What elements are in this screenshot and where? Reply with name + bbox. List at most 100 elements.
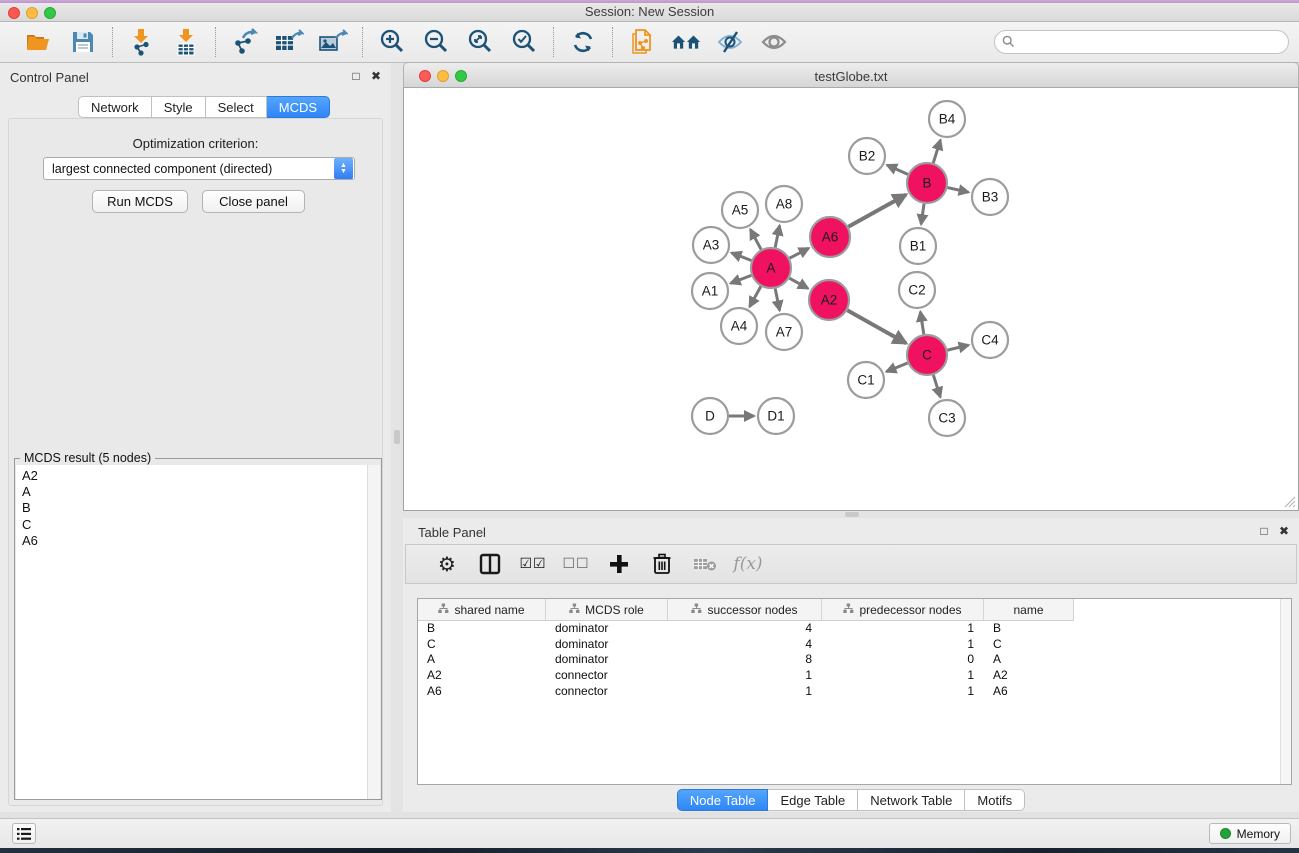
zoom-fit-icon[interactable] — [465, 27, 495, 57]
table-cell[interactable]: connector — [546, 684, 668, 700]
tab-motifs[interactable]: Motifs — [965, 789, 1025, 811]
refresh-icon[interactable] — [568, 27, 598, 57]
table-cell[interactable]: A6 — [418, 684, 546, 700]
run-mcds-button[interactable]: Run MCDS — [92, 190, 188, 213]
tab-network[interactable]: Network — [78, 96, 152, 118]
table-cell[interactable]: dominator — [546, 652, 668, 668]
select-all-checks-icon[interactable]: ☑☑ — [520, 551, 546, 577]
close-panel-button[interactable]: Close panel — [202, 190, 305, 213]
graph-edge-A-A5[interactable] — [750, 229, 761, 249]
graph-edge-B-B3[interactable] — [947, 188, 968, 193]
table-cell[interactable]: 4 — [668, 637, 822, 653]
table-cell[interactable]: dominator — [546, 621, 668, 637]
zoom-in-icon[interactable] — [377, 27, 407, 57]
table-cell[interactable]: 1 — [822, 621, 984, 637]
network-document-icon[interactable] — [627, 27, 657, 57]
vertical-splitter-grip[interactable] — [394, 430, 400, 444]
delete-column-icon[interactable] — [649, 551, 675, 577]
mcds-result-item[interactable]: C — [22, 517, 368, 533]
graph-edge-A-A3[interactable] — [732, 253, 752, 261]
tab-network-table[interactable]: Network Table — [858, 789, 965, 811]
mcds-result-item[interactable]: B — [22, 500, 368, 516]
table-cell[interactable]: 4 — [668, 621, 822, 637]
network-canvas[interactable]: B4B2BB3A8A5A6B1A3AC2A1A2A4A7C4CC1C3DD1 — [403, 88, 1299, 511]
table-cell[interactable]: 8 — [668, 652, 822, 668]
import-table-icon[interactable] — [171, 27, 201, 57]
import-network-icon[interactable] — [127, 27, 157, 57]
column-header-name[interactable]: name — [984, 599, 1074, 621]
column-header-predecessor-nodes[interactable]: predecessor nodes — [822, 599, 984, 621]
table-cell[interactable]: connector — [546, 668, 668, 684]
graph-edge-A-A1[interactable] — [731, 275, 752, 283]
mcds-result-item[interactable]: A2 — [22, 468, 368, 484]
table-cell[interactable]: 1 — [822, 668, 984, 684]
table-cell[interactable]: 1 — [668, 668, 822, 684]
column-header-MCDS-role[interactable]: MCDS role — [546, 599, 668, 621]
table-cell[interactable]: 1 — [822, 637, 984, 653]
table-cell[interactable]: A2 — [984, 668, 1074, 684]
graph-edge-C-C2[interactable] — [920, 312, 923, 335]
table-scrollbar[interactable] — [1280, 599, 1291, 784]
mcds-list-scrollbar[interactable] — [367, 465, 380, 799]
graph-edge-A-A6[interactable] — [790, 248, 809, 258]
horizontal-splitter-grip[interactable] — [845, 512, 859, 517]
home-icon[interactable] — [671, 27, 701, 57]
graph-edge-A-A2[interactable] — [789, 278, 808, 288]
split-columns-icon[interactable] — [477, 551, 503, 577]
table-float-panel-icon[interactable]: □ — [1257, 524, 1271, 538]
column-header-shared-name[interactable]: shared name — [418, 599, 546, 621]
table-cell[interactable]: B — [984, 621, 1074, 637]
tab-style[interactable]: Style — [152, 96, 206, 118]
open-folder-icon[interactable] — [24, 27, 54, 57]
export-image-icon[interactable] — [318, 27, 348, 57]
criterion-dropdown[interactable]: largest connected component (directed) ▲… — [43, 157, 355, 180]
tab-edge-table[interactable]: Edge Table — [768, 789, 858, 811]
export-network-icon[interactable] — [230, 27, 260, 57]
tab-mcds[interactable]: MCDS — [267, 96, 330, 118]
show-graphics-details-icon[interactable] — [759, 27, 789, 57]
graph-edge-C-C3[interactable] — [933, 375, 940, 397]
table-cell[interactable]: 0 — [822, 652, 984, 668]
network-window-titlebar[interactable]: testGlobe.txt — [403, 62, 1299, 88]
table-cell[interactable]: C — [418, 637, 546, 653]
search-input[interactable] — [994, 30, 1289, 54]
task-history-button[interactable] — [12, 823, 36, 844]
tab-node-table[interactable]: Node Table — [677, 789, 769, 811]
table-cell[interactable]: 1 — [822, 684, 984, 700]
table-cell[interactable]: A — [418, 652, 546, 668]
zoom-out-icon[interactable] — [421, 27, 451, 57]
hide-graphics-details-icon[interactable] — [715, 27, 745, 57]
graph-edge-A6-B[interactable] — [848, 195, 906, 227]
graph-edge-C-C4[interactable] — [947, 345, 968, 350]
unselect-all-checks-icon[interactable]: ☐☐ — [563, 551, 589, 577]
table-cell[interactable]: B — [418, 621, 546, 637]
column-header-successor-nodes[interactable]: successor nodes — [668, 599, 822, 621]
graph-edge-B-B2[interactable] — [887, 165, 908, 174]
table-cell[interactable]: dominator — [546, 637, 668, 653]
gear-icon[interactable]: ⚙ — [434, 551, 460, 577]
mcds-result-item[interactable]: A6 — [22, 533, 368, 549]
zoom-selected-icon[interactable] — [509, 27, 539, 57]
save-icon[interactable] — [68, 27, 98, 57]
graph-edge-A-A4[interactable] — [750, 286, 761, 306]
table-cell[interactable]: A6 — [984, 684, 1074, 700]
table-cell[interactable]: A2 — [418, 668, 546, 684]
mcds-result-item[interactable]: A — [22, 484, 368, 500]
graph-edge-B-B1[interactable] — [921, 204, 924, 224]
close-panel-icon[interactable]: ✖ — [369, 69, 383, 83]
tab-select[interactable]: Select — [206, 96, 267, 118]
memory-button[interactable]: Memory — [1209, 823, 1291, 844]
table-close-panel-icon[interactable]: ✖ — [1277, 524, 1291, 538]
window-resize-grip[interactable] — [1283, 495, 1296, 508]
graph-edge-C-C1[interactable] — [886, 363, 907, 372]
export-table-icon[interactable] — [274, 27, 304, 57]
float-panel-icon[interactable]: □ — [349, 69, 363, 83]
graph-edge-A-A7[interactable] — [775, 289, 779, 311]
table-cell[interactable]: C — [984, 637, 1074, 653]
table-cell[interactable]: 1 — [668, 684, 822, 700]
graph-edge-A2-C[interactable] — [847, 310, 906, 343]
graph-edge-A-A8[interactable] — [775, 226, 779, 248]
graph-edge-B-B4[interactable] — [933, 140, 940, 163]
add-column-icon[interactable] — [606, 551, 632, 577]
table-cell[interactable]: A — [984, 652, 1074, 668]
